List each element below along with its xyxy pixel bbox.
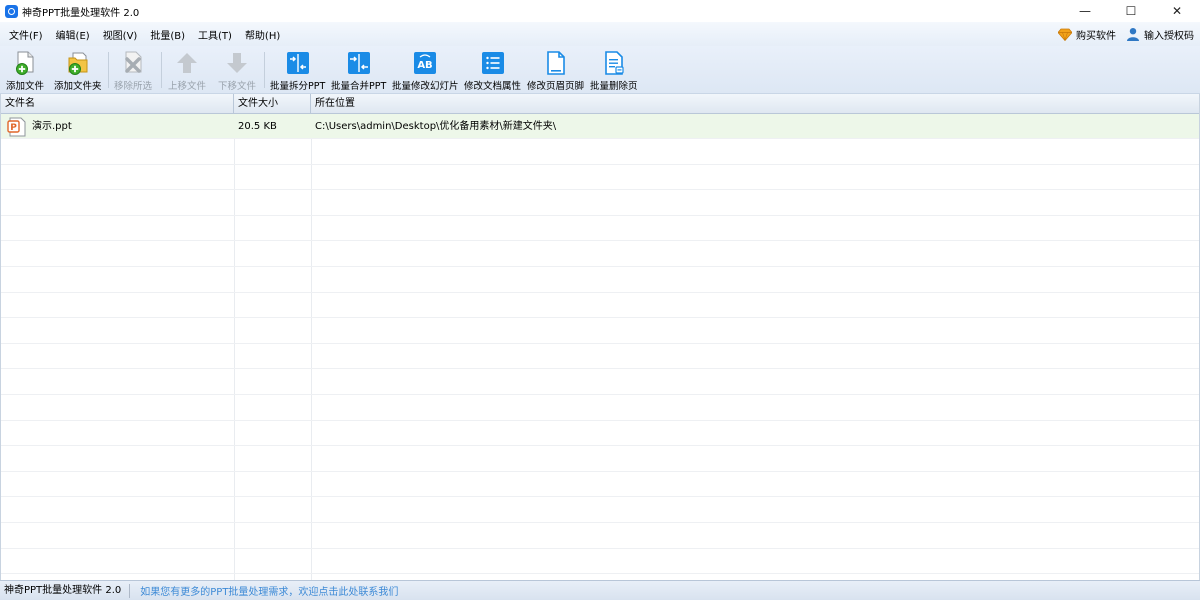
enter-license-label: 输入授权码 — [1144, 30, 1194, 42]
toolbar-separator — [161, 52, 162, 88]
ppt-file-icon: P — [7, 117, 27, 137]
enter-license-link[interactable]: 输入授权码 — [1126, 27, 1194, 42]
minimize-button[interactable]: — — [1062, 0, 1108, 22]
menu-tools[interactable]: 工具(T) — [198, 27, 232, 42]
window-title: 神奇PPT批量处理软件 2.0 — [22, 7, 140, 19]
modify-header-footer-label: 修改页眉页脚 — [527, 81, 585, 92]
batch-delete-pages-button[interactable]: 批量删除页 — [590, 50, 638, 92]
move-down-button[interactable]: 下移文件 — [218, 50, 256, 92]
empty-row — [1, 191, 1199, 216]
empty-row — [1, 524, 1199, 549]
menu-help[interactable]: 帮助(H) — [245, 27, 280, 42]
empty-row — [1, 268, 1199, 293]
add-folder-button[interactable]: 添加文件夹 — [54, 50, 102, 92]
split-icon — [285, 50, 311, 76]
menu-batch[interactable]: 批量(B) — [150, 27, 185, 42]
empty-row — [1, 447, 1199, 472]
empty-row — [1, 319, 1199, 344]
menu-bar: 文件(F) 编辑(E) 视图(V) 批量(B) 工具(T) 帮助(H) 购买软件… — [0, 22, 1200, 46]
toolbar-separator — [264, 52, 265, 88]
menu-file[interactable]: 文件(F) — [9, 27, 43, 42]
empty-row — [1, 140, 1199, 165]
file-list[interactable]: 文件名 文件大小 所在位置 P 演示.ppt 20.5 KB C:\Users\… — [0, 94, 1200, 600]
batch-modify-slides-label: 批量修改幻灯片 — [392, 81, 459, 92]
column-header-row: 文件名 文件大小 所在位置 — [1, 94, 1199, 114]
contact-us-link[interactable]: 如果您有更多的PPT批量处理需求，欢迎点击此处联系我们 — [140, 583, 398, 598]
modify-header-footer-button[interactable]: 修改页眉页脚 — [527, 50, 584, 92]
row-filesize: 20.5 KB — [238, 121, 277, 132]
toolbar-separator — [108, 52, 109, 88]
batch-merge-label: 批量合并PPT — [331, 81, 387, 92]
empty-row — [1, 549, 1199, 575]
column-header-filesize[interactable]: 文件大小 — [234, 94, 311, 114]
diamond-icon — [1058, 28, 1072, 41]
empty-row — [1, 242, 1199, 267]
toolbar: 添加文件 添加文件夹 移除所选 上移文件 下移文件 批量拆分PPT 批量合并PP… — [0, 46, 1200, 94]
batch-delete-pages-label: 批量删除页 — [590, 81, 638, 92]
maximize-button[interactable]: ☐ — [1108, 0, 1154, 22]
app-icon — [5, 4, 18, 18]
user-icon — [1126, 27, 1140, 41]
add-file-label: 添加文件 — [6, 81, 45, 92]
arrow-up-icon — [174, 50, 200, 76]
empty-row — [1, 370, 1199, 395]
menu-view[interactable]: 视图(V) — [103, 27, 138, 42]
svg-text:AB: AB — [418, 60, 433, 71]
buy-software-link[interactable]: 购买软件 — [1058, 27, 1116, 42]
empty-row — [1, 472, 1199, 498]
empty-row — [1, 293, 1199, 319]
page-icon — [543, 50, 569, 76]
delete-page-icon — [601, 50, 627, 76]
modify-properties-label: 修改文档属性 — [464, 81, 522, 92]
add-file-button[interactable]: 添加文件 — [6, 50, 44, 92]
empty-row — [1, 498, 1199, 523]
modify-properties-button[interactable]: 修改文档属性 — [464, 50, 521, 92]
remove-icon — [120, 50, 146, 76]
status-app-name: 神奇PPT批量处理软件 2.0 — [0, 583, 131, 598]
column-header-location[interactable]: 所在位置 — [311, 94, 1199, 114]
close-button[interactable]: ✕ — [1154, 0, 1200, 22]
list-icon — [480, 50, 506, 76]
title-bar: 神奇PPT批量处理软件 2.0 — ☐ ✕ — [0, 0, 1200, 22]
svg-text:P: P — [10, 123, 17, 133]
empty-row — [1, 165, 1199, 191]
row-location: C:\Users\admin\Desktop\优化备用素材\新建文件夹\ — [315, 121, 557, 132]
batch-split-label: 批量拆分PPT — [270, 81, 326, 92]
menu-right-links: 购买软件 输入授权码 — [1048, 22, 1194, 46]
table-row[interactable]: P 演示.ppt 20.5 KB C:\Users\admin\Desktop\… — [1, 114, 1199, 139]
move-up-button[interactable]: 上移文件 — [168, 50, 206, 92]
batch-merge-button[interactable]: 批量合并PPT — [331, 50, 386, 92]
status-bar: 神奇PPT批量处理软件 2.0 如果您有更多的PPT批量处理需求，欢迎点击此处联… — [0, 580, 1200, 600]
merge-icon — [346, 50, 372, 76]
remove-selected-label: 移除所选 — [114, 81, 153, 92]
buy-software-label: 购买软件 — [1076, 30, 1116, 42]
window-controls: — ☐ ✕ — [1062, 0, 1200, 22]
empty-row — [1, 216, 1199, 242]
arrow-down-icon — [224, 50, 250, 76]
menu-edit[interactable]: 编辑(E) — [56, 27, 90, 42]
remove-selected-button[interactable]: 移除所选 — [114, 50, 152, 92]
ab-icon: AB — [412, 50, 438, 76]
row-filename: 演示.ppt — [32, 121, 72, 132]
empty-row — [1, 344, 1199, 370]
empty-row — [1, 396, 1199, 421]
add-folder-icon — [65, 50, 91, 76]
add-folder-label: 添加文件夹 — [54, 81, 102, 92]
empty-row — [1, 421, 1199, 447]
move-up-label: 上移文件 — [168, 81, 207, 92]
batch-modify-slides-button[interactable]: AB 批量修改幻灯片 — [392, 50, 459, 92]
batch-split-button[interactable]: 批量拆分PPT — [270, 50, 325, 92]
add-file-icon — [12, 50, 38, 76]
column-header-filename[interactable]: 文件名 — [1, 94, 234, 114]
move-down-label: 下移文件 — [218, 81, 257, 92]
